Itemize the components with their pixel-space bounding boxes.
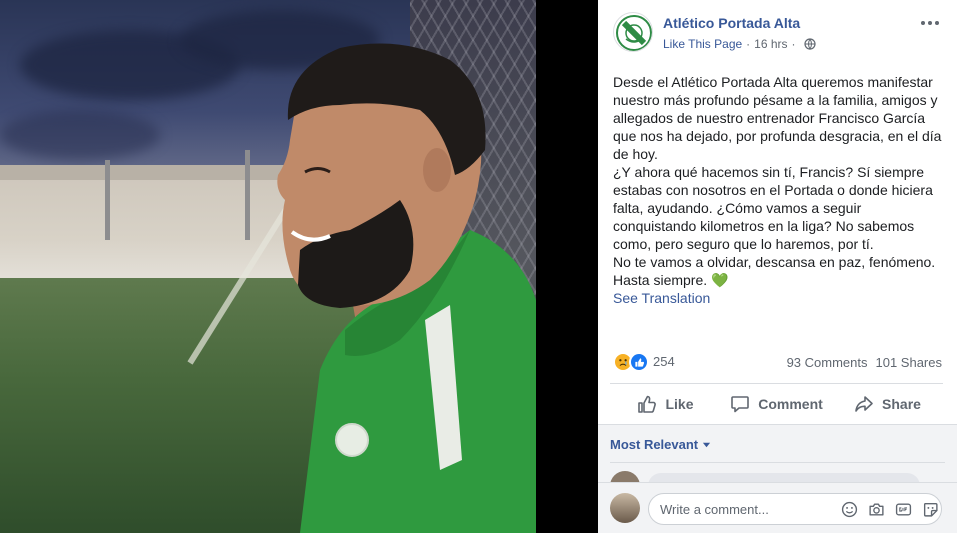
camera-icon[interactable] (868, 501, 885, 518)
comment-label: Comment (758, 396, 823, 412)
comment-count-link[interactable]: 93 Comments (787, 355, 868, 370)
share-label: Share (882, 396, 921, 412)
meta-separator: · (746, 37, 751, 51)
sort-label: Most Relevant (610, 437, 699, 452)
action-row: Like Comment Share (610, 386, 943, 422)
smiley-icon[interactable] (841, 501, 858, 518)
meta-separator: · (791, 37, 796, 51)
post-panel: Atlético Portada Alta Like This Page · 1… (598, 0, 957, 533)
composer-icons (841, 501, 939, 518)
speech-bubble-icon (731, 396, 750, 413)
page-avatar[interactable] (613, 12, 653, 52)
share-button[interactable]: Share (832, 386, 943, 422)
like-label: Like (665, 396, 694, 412)
green-heart-icon: 💚 (711, 272, 729, 288)
post-paragraph: ¿Y ahora qué hacemos sin tí, Francis? Sí… (613, 164, 933, 252)
thumbs-up-icon (638, 395, 657, 413)
see-translation-link[interactable]: See Translation (613, 289, 948, 307)
more-horizontal-icon[interactable] (921, 16, 943, 30)
comment-sort-dropdown[interactable]: Most Relevant (610, 437, 711, 452)
club-crest-icon (616, 15, 652, 51)
reactions-bar: 254 93 Comments 101 Shares (613, 350, 942, 374)
caret-down-icon (703, 442, 711, 448)
post-paragraph: Desde el Atlético Portada Alta queremos … (613, 74, 942, 162)
page-name-link[interactable]: Atlético Portada Alta (663, 15, 800, 31)
comment-composer (598, 482, 957, 533)
photo-viewer: Atlético Portada Alta Like This Page · 1… (0, 0, 957, 533)
like-reaction-icon (629, 352, 649, 372)
post-paragraph: No te vamos a olvidar, descansa en paz, … (613, 253, 948, 289)
share-arrow-icon (855, 396, 873, 412)
post-header: Atlético Portada Alta Like This Page · 1… (598, 0, 957, 60)
post-meta: Like This Page · 16 hrs · (663, 37, 816, 51)
gif-icon[interactable] (895, 501, 912, 518)
reaction-icons[interactable] (613, 352, 649, 372)
sticker-icon[interactable] (922, 501, 939, 518)
photo-person (277, 43, 536, 533)
current-user-avatar[interactable] (610, 493, 640, 523)
post-photo[interactable] (0, 0, 536, 533)
more-dot (935, 21, 939, 25)
post-timestamp[interactable]: 16 hrs (754, 37, 787, 51)
more-dot (928, 21, 932, 25)
reaction-count[interactable]: 254 (653, 354, 675, 369)
like-button[interactable]: Like (610, 386, 721, 422)
globe-icon[interactable] (803, 38, 816, 50)
comment-button[interactable]: Comment (721, 386, 832, 422)
like-page-link[interactable]: Like This Page (663, 37, 742, 51)
more-dot (921, 21, 925, 25)
post-message: Desde el Atlético Portada Alta queremos … (613, 73, 948, 307)
share-count-link[interactable]: 101 Shares (876, 355, 943, 370)
divider (610, 462, 945, 463)
photo-gutter (536, 0, 598, 533)
divider (610, 383, 943, 384)
post-closing-text: No te vamos a olvidar, descansa en paz, … (613, 254, 936, 288)
engagement-counts: 93 Comments 101 Shares (787, 355, 942, 370)
